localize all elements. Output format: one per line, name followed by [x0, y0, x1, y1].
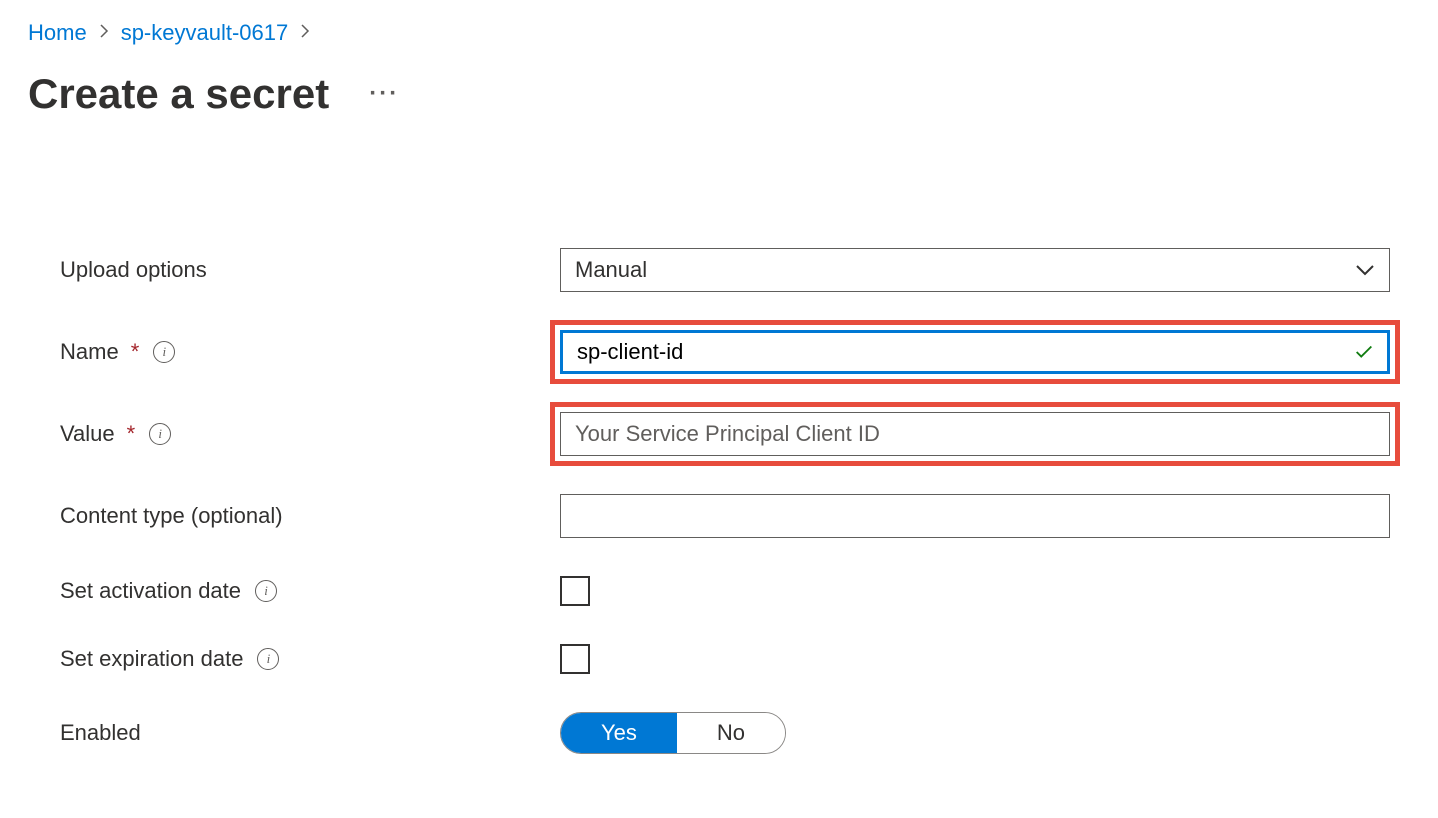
info-icon[interactable]: i — [255, 580, 277, 602]
upload-options-row: Upload options Manual — [60, 248, 1410, 292]
check-icon — [1353, 341, 1375, 363]
upload-options-select[interactable]: Manual — [560, 248, 1390, 292]
chevron-down-icon — [1355, 264, 1375, 276]
chevron-right-icon — [300, 23, 310, 44]
breadcrumb-keyvault-link[interactable]: sp-keyvault-0617 — [121, 20, 289, 46]
content-type-input[interactable] — [560, 494, 1390, 538]
breadcrumb: Home sp-keyvault-0617 — [28, 20, 1410, 46]
enabled-row: Enabled Yes No — [60, 712, 1410, 754]
name-input[interactable] — [560, 330, 1390, 374]
value-highlight — [550, 402, 1400, 466]
expiration-date-label: Set expiration date i — [60, 646, 560, 672]
name-row: Name * i — [60, 330, 1410, 374]
expiration-date-checkbox[interactable] — [560, 644, 590, 674]
content-type-row: Content type (optional) — [60, 494, 1410, 538]
value-input[interactable] — [560, 412, 1390, 456]
info-icon[interactable]: i — [257, 648, 279, 670]
required-asterisk: * — [127, 421, 136, 447]
page-title: Create a secret — [28, 70, 329, 118]
content-type-label: Content type (optional) — [60, 503, 560, 529]
activation-date-row: Set activation date i — [60, 576, 1410, 606]
name-label: Name * i — [60, 339, 560, 365]
info-icon[interactable]: i — [149, 423, 171, 445]
enabled-toggle: Yes No — [560, 712, 786, 754]
activation-date-label: Set activation date i — [60, 578, 560, 604]
activation-date-checkbox[interactable] — [560, 576, 590, 606]
upload-options-value: Manual — [575, 257, 647, 283]
name-highlight — [550, 320, 1400, 384]
title-row: Create a secret ··· — [28, 70, 1410, 118]
required-asterisk: * — [131, 339, 140, 365]
breadcrumb-home-link[interactable]: Home — [28, 20, 87, 46]
enabled-yes-button[interactable]: Yes — [561, 713, 677, 753]
form: Upload options Manual Name * i Value — [28, 248, 1410, 754]
value-row: Value * i — [60, 412, 1410, 456]
info-icon[interactable]: i — [153, 341, 175, 363]
chevron-right-icon — [99, 23, 109, 44]
value-label: Value * i — [60, 421, 560, 447]
enabled-no-button[interactable]: No — [677, 713, 785, 753]
more-actions-button[interactable]: ··· — [369, 80, 399, 108]
upload-options-label: Upload options — [60, 257, 560, 283]
enabled-label: Enabled — [60, 720, 560, 746]
expiration-date-row: Set expiration date i — [60, 644, 1410, 674]
